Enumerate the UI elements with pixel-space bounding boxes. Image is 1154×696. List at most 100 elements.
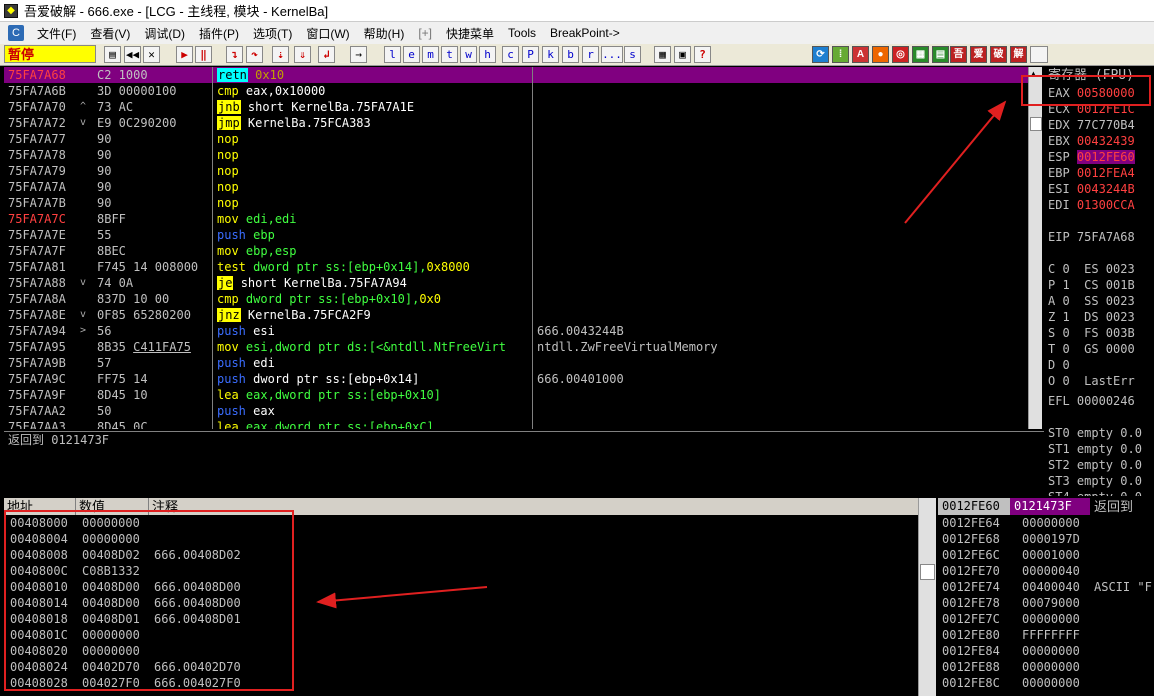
flag-row[interactable]: S 0 FS 003B [1044,325,1154,341]
fpu-register[interactable]: ST3 empty 0.0 [1044,473,1154,489]
disasm-row[interactable]: 75FA7A9C FF75 14 push dword ptr ss:[ebp+0x… [4,371,1028,387]
toolbar-s-button[interactable]: s [624,46,641,63]
flag-row[interactable]: O 0 LastErr [1044,373,1154,389]
run-icon[interactable]: ▶ [176,46,193,63]
scroll-thumb[interactable] [920,564,935,580]
toolbar-e-button[interactable]: e [403,46,420,63]
menu-file[interactable]: 文件(F) [30,25,83,42]
register-value[interactable]: 01300CCA [1077,198,1135,212]
stack-row[interactable]: 0012FE70 00000040 [938,563,1154,579]
disasm-row[interactable]: 75FA7A95 8B35 C411FA75 mov esi,dword ptr d… [4,339,1028,355]
execute-till-return-icon[interactable]: ↲ [318,46,335,63]
stack-row[interactable]: 0012FE7C 00000000 [938,611,1154,627]
jie-button[interactable]: 解 [1010,46,1027,63]
stack-row[interactable]: 0012FE68 0000197D [938,531,1154,547]
register-value[interactable]: 0012FE60 [1076,150,1135,164]
register-esi[interactable]: ESI 0043244B [1044,181,1154,197]
stack-row[interactable]: 0012FE78 00079000 [938,595,1154,611]
window-icon[interactable]: ▣ [674,46,691,63]
close-icon[interactable]: ✕ [143,46,160,63]
goto-icon[interactable]: → [350,46,367,63]
stack-row[interactable]: 0012FE84 00000000 [938,643,1154,659]
disasm-row[interactable]: 75FA7A72 v E9 0C290200 jmp KernelBa.75FCA38… [4,115,1028,131]
menu-view[interactable]: 查看(V) [83,25,137,42]
register-efl[interactable]: EFL 00000246 [1044,393,1154,409]
restart-icon[interactable]: ◀◀ [124,46,141,63]
register-value[interactable]: 77C770B4 [1077,118,1135,132]
disasm-row[interactable]: 75FA7A81 F745 14 008000 test dword ptr ss:… [4,259,1028,275]
stack-pane[interactable]: 0012FE64 00000000 0012FE68 0000197D 0012FE6C… [938,515,1154,696]
disasm-row[interactable]: 75FA7A94 >56 push esi 666.0043244B [4,323,1028,339]
dump-scrollbar[interactable] [918,498,936,696]
pause-icon[interactable]: ‖ [195,46,212,63]
register-value[interactable]: 00432439 [1077,134,1135,148]
toolbar-t-button[interactable]: t [441,46,458,63]
flag-row[interactable]: C 0 ES 0023 [1044,261,1154,277]
stack-row[interactable]: 0012FE74 00400040 ASCII "F [938,579,1154,595]
refresh-icon[interactable]: ⟳ [812,46,829,63]
fpu-register[interactable]: ST1 empty 0.0 [1044,441,1154,457]
app-icon[interactable]: C [8,25,24,41]
toolbar-r-button[interactable]: r [582,46,599,63]
register-edi[interactable]: EDI 01300CCA [1044,197,1154,213]
target-icon[interactable]: ◎ [892,46,909,63]
a-icon[interactable]: A [852,46,869,63]
flag-row[interactable]: T 0 GS 0000 [1044,341,1154,357]
toolbar-h-button[interactable]: h [479,46,496,63]
flag-row[interactable]: P 1 CS 001B [1044,277,1154,293]
disasm-row[interactable]: 75FA7A7B 90 nop [4,195,1028,211]
disasm-row[interactable]: 75FA7A7C 8BFF mov edi,edi [4,211,1028,227]
toolbar-c-button[interactable]: c [502,46,519,63]
stack-row[interactable]: 0012FE88 00000000 [938,659,1154,675]
disassembly-pane[interactable]: 75FA7A68 C2 1000 retn 0x10 75FA7A6B 3D 00000… [4,67,1028,429]
toolbar-k-button[interactable]: k [542,46,559,63]
register-value[interactable]: 75FA7A68 [1077,230,1135,244]
register-ebp[interactable]: EBP 0012FEA4 [1044,165,1154,181]
fpu-register[interactable]: ST2 empty 0.0 [1044,457,1154,473]
register-edx[interactable]: EDX 77C770B4 [1044,117,1154,133]
disasm-row[interactable]: 75FA7A68 C2 1000 retn 0x10 [4,67,1028,83]
disasm-row[interactable]: 75FA7A9B 57 push edi [4,355,1028,371]
step-into-icon[interactable]: ↴ [226,46,243,63]
flag-row[interactable]: Z 1 DS 0023 [1044,309,1154,325]
disasm-row[interactable]: 75FA7A6B 3D 00000100 cmp eax,0x10000 [4,83,1028,99]
toolbar-b-button[interactable]: b [562,46,579,63]
menu-plugins[interactable]: 插件(P) [192,25,246,42]
stack-row[interactable]: 0012FE8C 00000000 [938,675,1154,691]
disasm-row[interactable]: 75FA7A7F 8BEC mov ebp,esp [4,243,1028,259]
toolbar-l-button[interactable]: l [384,46,401,63]
grid-icon[interactable]: ▦ [654,46,671,63]
menu-options[interactable]: 选项(T) [246,25,299,42]
flag-row[interactable]: D 0 [1044,357,1154,373]
help-icon[interactable]: ? [694,46,711,63]
disasm-row[interactable]: 75FA7A9F 8D45 10 lea eax,dword ptr ss:[ebp… [4,387,1028,403]
list-icon[interactable]: ▤ [932,46,949,63]
register-ebx[interactable]: EBX 00432439 [1044,133,1154,149]
disasm-row[interactable]: 75FA7A78 90 nop [4,147,1028,163]
record-icon[interactable]: ● [872,46,889,63]
stack-row[interactable]: 0012FE6C 00001000 [938,547,1154,563]
menu-shortcut[interactable]: 快捷菜单 [439,25,501,42]
fpu-register[interactable]: ST0 empty 0.0 [1044,425,1154,441]
register-value[interactable]: 00000246 [1077,394,1135,408]
menu-window[interactable]: 窗口(W) [299,25,356,42]
trace-over-icon[interactable]: ⇓ [294,46,311,63]
disasm-row[interactable]: 75FA7A70 ^ 73 AC jnb short KernelBa.75FA7A1… [4,99,1028,115]
register-value[interactable]: 0012FEA4 [1077,166,1135,180]
disasm-row[interactable]: 75FA7A8A 837D 10 00 cmp dword ptr ss:[ebp+… [4,291,1028,307]
disasm-row[interactable]: 75FA7AA2 50 push eax [4,403,1028,419]
registers-pane[interactable]: 寄存器 (FPU) EAX 00580000 ECX 0012FE1C EDX 77… [1044,67,1154,496]
toolbar-m-button[interactable]: m [422,46,439,63]
disasm-row[interactable]: 75FA7A7A 90 nop [4,179,1028,195]
trace-into-icon[interactable]: ⇣ [272,46,289,63]
register-eip[interactable]: EIP 75FA7A68 [1044,229,1154,245]
disasm-row[interactable]: 75FA7AA3 8D45 0C lea eax,dword ptr ss:[ebp… [4,419,1028,429]
disasm-row[interactable]: 75FA7A88 v 74 0A je short KernelBa.75FA7A94 [4,275,1028,291]
disasm-row[interactable]: 75FA7A77 90 nop [4,131,1028,147]
register-value[interactable]: 0043244B [1077,182,1135,196]
wu-button[interactable]: 吾 [950,46,967,63]
menu-plus[interactable]: [+] [411,26,439,40]
open-icon[interactable]: ▤ [104,46,121,63]
fpu-register[interactable]: ST4 empty 0.0 [1044,489,1154,496]
step-over-icon[interactable]: ↷ [246,46,263,63]
